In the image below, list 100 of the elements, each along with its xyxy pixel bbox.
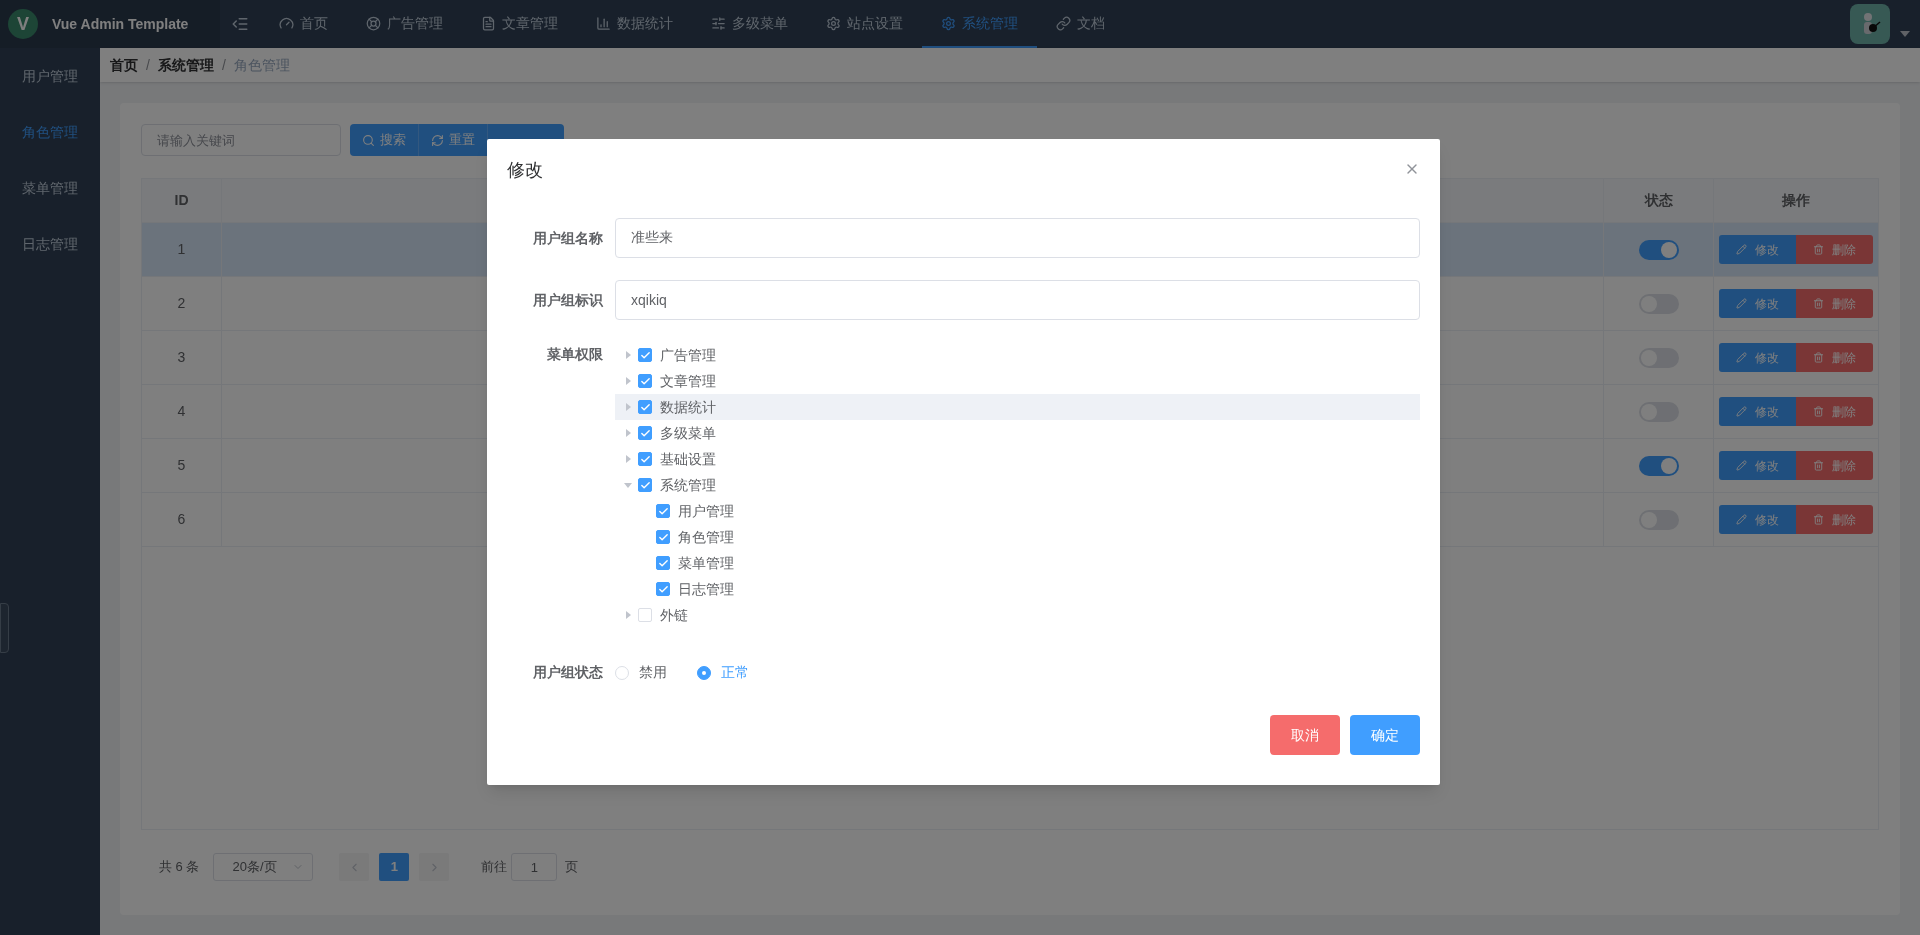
- tree-label: 日志管理: [678, 579, 734, 599]
- caret-icon[interactable]: [1900, 31, 1910, 37]
- ring-icon: [366, 15, 381, 31]
- delete-button[interactable]: 删除: [1796, 505, 1873, 534]
- field-label: 菜单权限: [546, 345, 604, 364]
- sidebar-item[interactable]: 用户管理: [0, 48, 100, 104]
- checkbox[interactable]: [638, 374, 652, 388]
- caret-icon[interactable]: [624, 351, 632, 359]
- nav-tab[interactable]: 文档: [1037, 0, 1124, 48]
- tree-label: 角色管理: [678, 527, 734, 547]
- next-page-button[interactable]: [419, 853, 450, 881]
- toggle-switch[interactable]: [1638, 239, 1679, 260]
- delete-button[interactable]: 删除: [1796, 235, 1873, 264]
- checkbox[interactable]: [656, 504, 670, 518]
- trash-icon: [1813, 460, 1824, 471]
- delete-button[interactable]: 删除: [1796, 397, 1873, 426]
- table-cell: 2: [142, 277, 222, 330]
- tree-label: 文章管理: [660, 371, 716, 391]
- column-header: 状态: [1604, 179, 1714, 222]
- radio-option[interactable]: 正常: [697, 662, 749, 683]
- trash-icon: [1813, 514, 1824, 525]
- goto-suffix: 页: [565, 858, 579, 877]
- tree-label: 数据统计: [660, 397, 716, 417]
- column-header: 操作: [1781, 191, 1811, 210]
- toggle-switch[interactable]: [1638, 455, 1679, 476]
- edit-button[interactable]: 修改: [1719, 289, 1796, 318]
- confirm-button[interactable]: 确定: [1350, 715, 1420, 755]
- caret-icon[interactable]: [624, 403, 632, 411]
- nav-tab[interactable]: 广告管理: [347, 0, 462, 48]
- nav-tab[interactable]: 文章管理: [462, 0, 577, 48]
- trash-icon: [1813, 298, 1824, 309]
- checkbox[interactable]: [638, 426, 652, 440]
- delete-button[interactable]: 删除: [1796, 289, 1873, 318]
- checkbox[interactable]: [656, 530, 670, 544]
- edit-button[interactable]: 修改: [1719, 397, 1796, 426]
- edit-button[interactable]: 修改: [1719, 451, 1796, 480]
- trash-icon: [1813, 406, 1824, 417]
- checkbox[interactable]: [656, 556, 670, 570]
- edit-button[interactable]: 修改: [1719, 343, 1796, 372]
- edit-button[interactable]: 修改: [1719, 235, 1796, 264]
- field-label: 用户组名称: [532, 228, 604, 248]
- edit-button[interactable]: 修改: [1719, 505, 1796, 534]
- breadcrumb-link[interactable]: 系统管理: [157, 54, 214, 76]
- pencil-icon: [1736, 514, 1747, 525]
- pencil-icon: [1736, 244, 1747, 255]
- nav-tab[interactable]: 站点设置: [807, 0, 922, 48]
- refresh-icon: [431, 133, 444, 147]
- logo[interactable]: V: [8, 9, 38, 39]
- toolbar-button[interactable]: 重置: [419, 124, 488, 156]
- settings-icon: [941, 15, 956, 31]
- sidebar-item[interactable]: 角色管理: [0, 104, 100, 160]
- tree-row[interactable]: 数据统计: [615, 394, 1420, 420]
- sliders-icon: [711, 15, 726, 31]
- breadcrumb-separator: /: [221, 55, 226, 75]
- delete-button[interactable]: 删除: [1796, 343, 1873, 372]
- caret-icon[interactable]: [624, 611, 632, 619]
- checkbox[interactable]: [638, 452, 652, 466]
- caret-icon[interactable]: [624, 429, 632, 437]
- nav-tab[interactable]: 数据统计: [577, 0, 692, 48]
- bar-chart-icon: [596, 15, 611, 31]
- checkbox[interactable]: [638, 478, 652, 492]
- caret-icon[interactable]: [624, 455, 632, 463]
- checkbox[interactable]: [638, 400, 652, 414]
- trash-icon: [1813, 244, 1824, 255]
- delete-button[interactable]: 删除: [1796, 451, 1873, 480]
- caret-icon[interactable]: [624, 481, 632, 489]
- document-icon: [481, 15, 496, 31]
- tree-label: 基础设置: [660, 449, 716, 469]
- tree-label: 多级菜单: [660, 423, 716, 443]
- pencil-icon: [1736, 352, 1747, 363]
- text-field[interactable]: 准些来: [615, 218, 1420, 258]
- toolbar-button[interactable]: 搜索: [350, 124, 419, 156]
- page-button[interactable]: 1: [379, 853, 410, 881]
- table-cell: 5: [142, 439, 222, 492]
- pencil-icon: [1736, 460, 1747, 471]
- dialog-title: 修改: [507, 159, 543, 182]
- pencil-icon: [1736, 406, 1747, 417]
- radio[interactable]: [697, 665, 711, 680]
- nav-tab[interactable]: 首页: [260, 0, 347, 48]
- page-size-select[interactable]: 20条/页: [213, 853, 314, 881]
- table-cell: 4: [142, 385, 222, 438]
- sidebar-item[interactable]: 菜单管理: [0, 160, 100, 216]
- tree-label: 广告管理: [660, 345, 716, 365]
- checkbox[interactable]: [638, 348, 652, 362]
- cancel-button[interactable]: 取消: [1270, 715, 1340, 755]
- prev-page-button[interactable]: [339, 853, 370, 881]
- checkbox[interactable]: [656, 582, 670, 596]
- side-handle[interactable]: [0, 603, 9, 653]
- table-cell: 6: [142, 493, 222, 546]
- total-count: 共 6 条: [159, 858, 200, 877]
- sidebar-item[interactable]: 日志管理: [0, 216, 100, 272]
- radio-option[interactable]: 禁用: [615, 662, 667, 683]
- goto-page-field[interactable]: 1: [511, 853, 558, 881]
- nav-tab[interactable]: 多级菜单: [692, 0, 807, 48]
- breadcrumb-link[interactable]: 首页: [110, 54, 138, 76]
- goto-label: 前往: [481, 858, 508, 877]
- text-field[interactable]: xqikiq: [615, 280, 1420, 320]
- table-cell: 3: [142, 331, 222, 384]
- avatar[interactable]: [1850, 4, 1890, 44]
- link-icon: [1056, 15, 1071, 31]
